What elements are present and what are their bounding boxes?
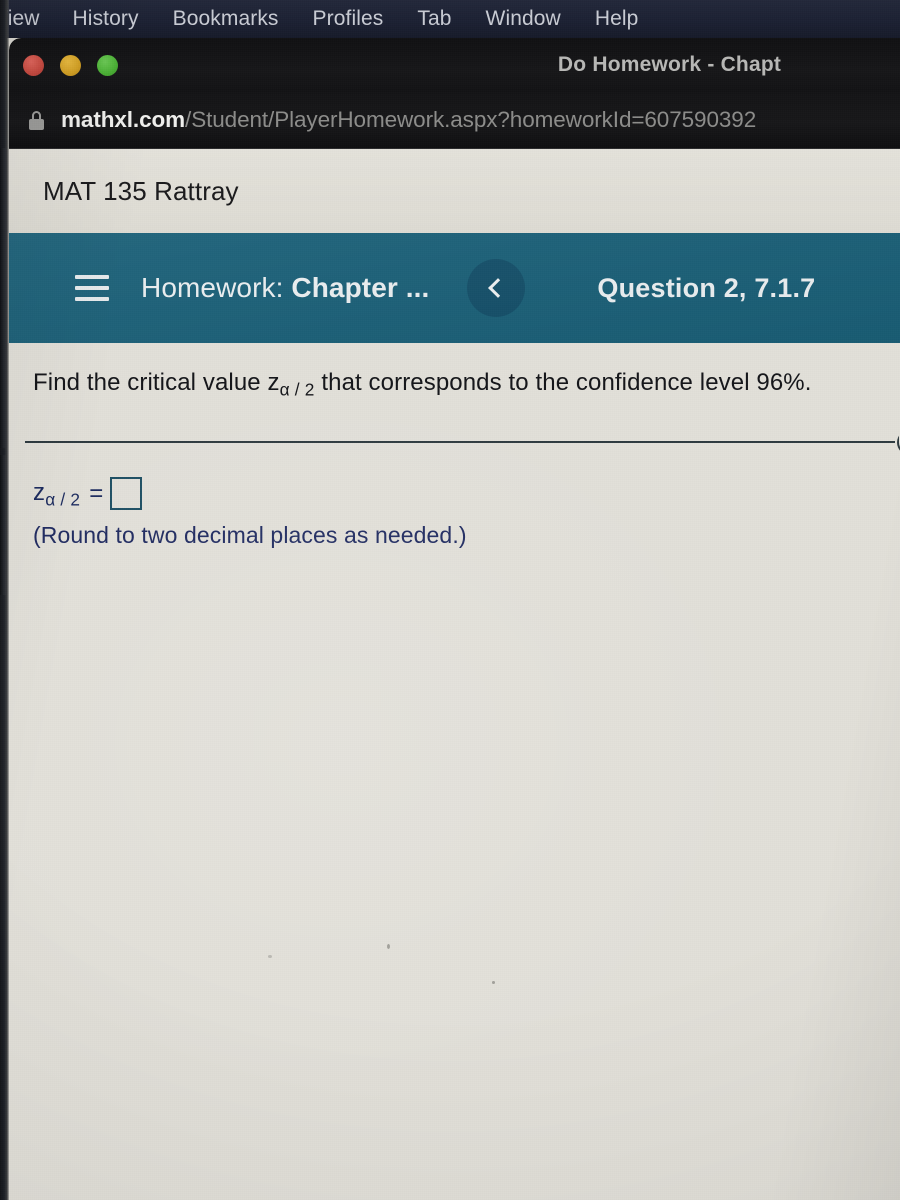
course-bar: MAT 135 Rattray <box>9 149 900 233</box>
browser-window: Do Homework - Chapt mathxl.com/Student/P… <box>9 38 900 1200</box>
photographed-screen: View History Bookmarks Profiles Tab Wind… <box>0 0 900 1200</box>
answer-label-base: z <box>33 478 46 506</box>
prompt-text-part2: that corresponds to the confidence level… <box>314 369 812 396</box>
menu-item-help[interactable]: Help <box>595 7 639 31</box>
lock-icon <box>29 110 44 130</box>
page-content: MAT 135 Rattray Homework: Chapter ... Qu… <box>9 149 900 1200</box>
equals-sign: = <box>89 480 104 508</box>
window-title: Do Homework - Chapt <box>557 53 782 76</box>
answer-label: zα / 2 <box>33 479 80 511</box>
address-bar[interactable]: mathxl.com/Student/PlayerHomework.aspx?h… <box>9 92 900 149</box>
homework-header: Homework: Chapter ... Question 2, 7.1.7 <box>9 233 900 343</box>
question-id-label: Question 2, 7.1.7 <box>597 272 816 303</box>
homework-title-name: Chapter ... <box>291 272 430 303</box>
screen-bezel-notch <box>0 148 7 448</box>
homework-title-prefix: Homework: <box>141 272 284 303</box>
url-text: mathxl.com/Student/PlayerHomework.aspx?h… <box>61 107 756 133</box>
divider-line <box>25 440 895 443</box>
section-divider <box>25 428 900 455</box>
course-title: MAT 135 Rattray <box>43 175 239 206</box>
screen-bezel-notch-lower <box>0 455 6 595</box>
homework-title: Homework: Chapter ... <box>141 272 429 304</box>
problem-area: Find the critical value zα / 2 that corr… <box>9 343 900 549</box>
menu-item-bookmarks[interactable]: Bookmarks <box>173 7 279 31</box>
answer-input[interactable] <box>110 476 143 510</box>
answer-label-subscript: α / 2 <box>45 489 81 510</box>
chevron-left-icon <box>488 278 509 298</box>
url-host: mathxl.com <box>61 107 186 132</box>
hamburger-menu-icon[interactable] <box>75 275 109 301</box>
menu-item-window[interactable]: Window <box>486 7 561 31</box>
answer-row: zα / 2 = <box>33 476 900 511</box>
prompt-subscript: α / 2 <box>279 379 315 400</box>
rounding-instruction: (Round to two decimal places as needed.) <box>33 522 467 549</box>
macos-menu-bar: View History Bookmarks Profiles Tab Wind… <box>0 0 900 38</box>
browser-titlebar: Do Homework - Chapt <box>9 38 900 92</box>
problem-prompt: Find the critical value zα / 2 that corr… <box>33 369 900 401</box>
menu-item-tab[interactable]: Tab <box>417 7 451 31</box>
menu-item-profiles[interactable]: Profiles <box>313 7 384 31</box>
prompt-text-part1: Find the critical value z <box>33 369 280 396</box>
url-path: /Student/PlayerHomework.aspx?homeworkId=… <box>185 107 757 132</box>
menu-item-history[interactable]: History <box>73 7 139 31</box>
previous-question-button[interactable] <box>467 259 526 317</box>
